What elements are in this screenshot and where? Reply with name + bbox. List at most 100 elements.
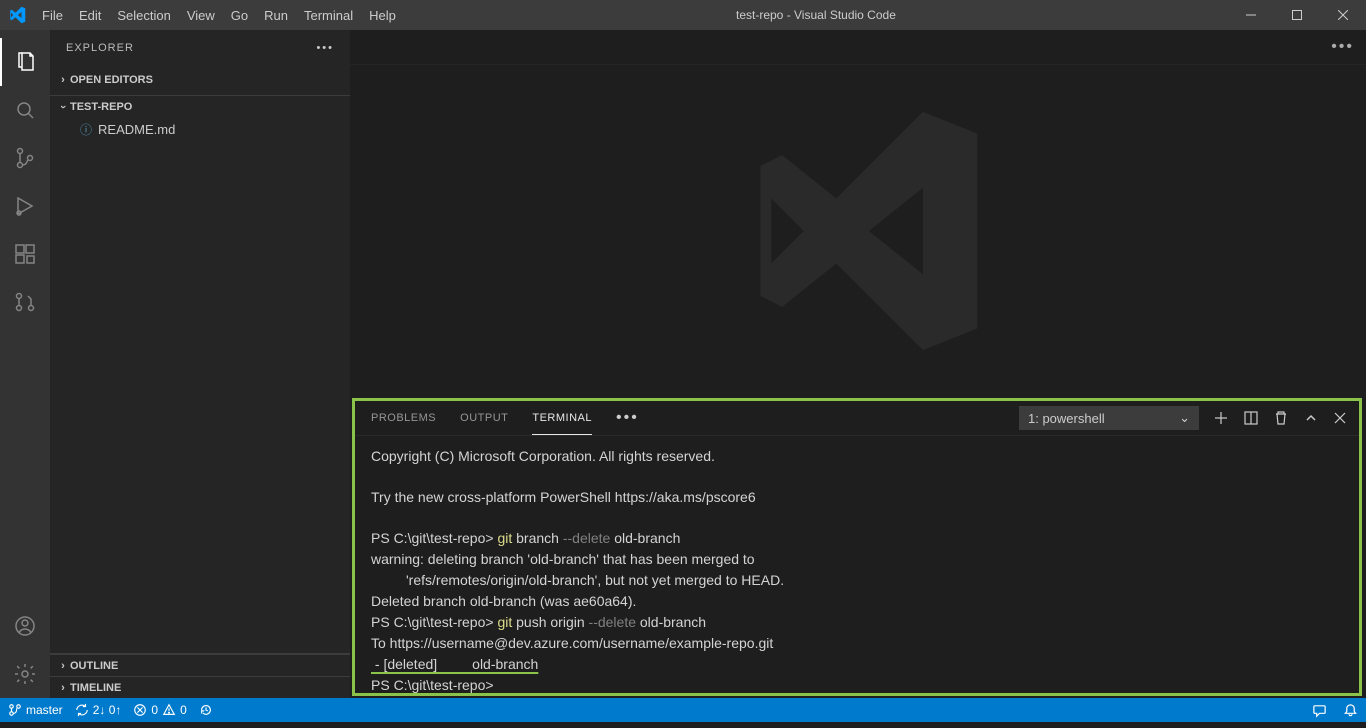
editor-empty [350, 65, 1366, 396]
sidebar-title: EXPLORER [66, 42, 134, 54]
chevron-down-icon: ⌄ [1179, 410, 1190, 426]
tab-problems[interactable]: PROBLEMS [371, 401, 436, 435]
status-bar: master 2↓ 0↑ 0 0 [0, 698, 1366, 722]
term-line: Copyright (C) Microsoft Corporation. All… [371, 448, 715, 464]
terminal-select[interactable]: 1: powershell ⌄ [1019, 406, 1199, 430]
term-prompt: PS C:\git\test-repo> [371, 530, 497, 546]
file-name: README.md [98, 122, 175, 137]
main-area: EXPLORER ••• › OPEN EDITORS › TEST-REPO … [0, 30, 1366, 698]
bell-icon [1343, 703, 1358, 718]
section-repo[interactable]: › TEST-REPO [50, 96, 350, 118]
menu-file[interactable]: File [34, 0, 71, 30]
menu-run[interactable]: Run [256, 0, 296, 30]
timeline-label: TIMELINE [70, 682, 121, 694]
kill-terminal-icon[interactable] [1273, 410, 1289, 426]
window-controls [1228, 0, 1366, 30]
status-history[interactable] [199, 703, 213, 717]
term-cmd: --delete [589, 614, 636, 630]
activity-accounts[interactable] [0, 602, 50, 650]
error-icon [133, 703, 147, 717]
status-sync[interactable]: 2↓ 0↑ [75, 703, 122, 717]
menu-help[interactable]: Help [361, 0, 404, 30]
status-problems[interactable]: 0 0 [133, 703, 186, 717]
term-cmd: git [497, 614, 512, 630]
panel-more-icon[interactable]: ••• [616, 401, 639, 435]
explorer-sidebar: EXPLORER ••• › OPEN EDITORS › TEST-REPO … [50, 30, 350, 698]
menu-selection[interactable]: Selection [109, 0, 178, 30]
menu-bar: File Edit Selection View Go Run Terminal… [34, 0, 404, 30]
activity-search[interactable] [0, 86, 50, 134]
split-terminal-icon[interactable] [1243, 410, 1259, 426]
menu-edit[interactable]: Edit [71, 0, 109, 30]
tab-output[interactable]: OUTPUT [460, 401, 508, 435]
more-actions-icon[interactable]: ••• [1331, 38, 1354, 56]
term-cmd: git [497, 530, 512, 546]
editor-tab-bar: ••• [350, 30, 1366, 65]
errors-count: 0 [151, 703, 158, 717]
activity-source-control[interactable] [0, 134, 50, 182]
repo-label: TEST-REPO [70, 101, 132, 113]
sidebar-header: EXPLORER ••• [50, 30, 350, 65]
tab-terminal[interactable]: TERMINAL [532, 401, 592, 435]
activity-pull-requests[interactable] [0, 278, 50, 326]
menu-go[interactable]: Go [223, 0, 256, 30]
status-feedback[interactable] [1312, 703, 1327, 718]
maximize-panel-icon[interactable] [1303, 410, 1319, 426]
term-prompt: PS C:\git\test-repo> [371, 677, 494, 693]
window-title: test-repo - Visual Studio Code [404, 8, 1228, 22]
panel-tabs: PROBLEMS OUTPUT TERMINAL ••• 1: powershe… [355, 401, 1359, 436]
term-cmd: old-branch [610, 530, 680, 546]
activity-run-debug[interactable] [0, 182, 50, 230]
term-cmd: branch [512, 530, 563, 546]
term-prompt: PS C:\git\test-repo> [371, 614, 497, 630]
sync-icon [75, 703, 89, 717]
warning-icon [162, 703, 176, 717]
history-icon [199, 703, 213, 717]
section-outline[interactable]: › OUTLINE [50, 654, 350, 676]
branch-icon [8, 703, 22, 717]
new-terminal-icon[interactable] [1213, 410, 1229, 426]
more-actions-icon[interactable]: ••• [316, 42, 334, 54]
term-cmd: push origin [512, 614, 588, 630]
activity-bar [0, 30, 50, 698]
branch-label: master [26, 703, 63, 717]
title-bar: File Edit Selection View Go Run Terminal… [0, 0, 1366, 30]
maximize-button[interactable] [1274, 0, 1320, 30]
menu-view[interactable]: View [179, 0, 223, 30]
terminal-select-label: 1: powershell [1028, 411, 1105, 426]
status-notifications[interactable] [1343, 703, 1358, 718]
terminal-output[interactable]: Copyright (C) Microsoft Corporation. All… [355, 436, 1359, 693]
chevron-right-icon: › [56, 660, 70, 672]
section-timeline[interactable]: › TIMELINE [50, 676, 350, 698]
term-line: Try the new cross-platform PowerShell ht… [371, 489, 756, 505]
feedback-icon [1312, 703, 1327, 718]
file-readme[interactable]: ⓘ README.md [50, 118, 350, 140]
info-icon: ⓘ [80, 121, 92, 138]
open-editors-label: OPEN EDITORS [70, 74, 153, 86]
outline-label: OUTLINE [70, 660, 118, 672]
activity-extensions[interactable] [0, 230, 50, 278]
chevron-right-icon: › [56, 682, 70, 694]
close-panel-icon[interactable] [1333, 411, 1347, 425]
term-line: To https://username@dev.azure.com/userna… [371, 635, 773, 651]
term-line: Deleted branch old-branch (was ae60a64). [371, 593, 636, 609]
close-button[interactable] [1320, 0, 1366, 30]
editor-area: ••• PROBLEMS OUTPUT TERMINAL ••• 1: powe… [350, 30, 1366, 698]
term-line: warning: deleting branch 'old-branch' th… [371, 551, 755, 567]
warnings-count: 0 [180, 703, 187, 717]
chevron-right-icon: › [56, 74, 70, 86]
menu-terminal[interactable]: Terminal [296, 0, 361, 30]
sync-label: 2↓ 0↑ [93, 703, 122, 717]
activity-explorer[interactable] [0, 38, 50, 86]
term-line-highlighted: - [deleted] old-branch [371, 656, 538, 672]
panel: PROBLEMS OUTPUT TERMINAL ••• 1: powershe… [352, 398, 1362, 696]
term-line: 'refs/remotes/origin/old-branch', but no… [371, 572, 784, 588]
section-open-editors[interactable]: › OPEN EDITORS [50, 69, 350, 91]
activity-settings[interactable] [0, 650, 50, 698]
term-cmd: old-branch [636, 614, 706, 630]
minimize-button[interactable] [1228, 0, 1274, 30]
chevron-down-icon: › [57, 100, 69, 114]
status-branch[interactable]: master [8, 703, 63, 717]
vscode-watermark-icon [728, 101, 988, 361]
term-cmd: --delete [563, 530, 610, 546]
